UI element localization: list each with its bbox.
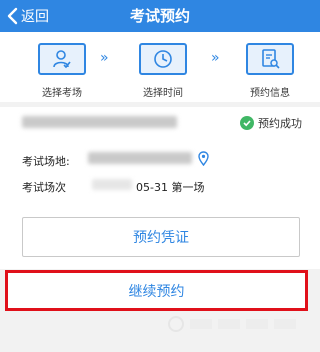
location-label: 考试场地: [22, 155, 70, 168]
user-check-icon [53, 50, 71, 69]
watermark [166, 313, 306, 335]
voucher-button[interactable]: 预约凭证 [22, 217, 300, 257]
booking-info-card: 预约成功 考试场地: 考试场次 05-31 第一场 [0, 107, 320, 207]
clock-icon [154, 50, 172, 68]
step-label-venue: 选择考场 [42, 88, 82, 99]
step-separator-1: » [100, 50, 108, 66]
step-select-venue: 选择考场 [32, 43, 92, 99]
status-text: 预约成功 [258, 117, 302, 130]
step-label-time: 选择时间 [143, 88, 183, 99]
redacted-year [92, 179, 132, 190]
step-label-info: 预约信息 [250, 88, 290, 99]
redacted-name [22, 116, 177, 128]
step-icon-box [246, 43, 294, 75]
step-icon-box [38, 43, 86, 75]
step-separator-2: » [211, 50, 219, 66]
session-label: 考试场次 [22, 181, 66, 194]
watermark-logo [168, 316, 296, 332]
location-pin-icon[interactable] [198, 151, 209, 166]
continue-booking-button[interactable]: 继续预约 [5, 270, 308, 311]
step-progress: 选择考场 » 选择时间 » 预约信息 [0, 32, 320, 102]
step-icon-box [139, 43, 187, 75]
step-booking-info: 预约信息 [240, 43, 300, 99]
voucher-section: 预约凭证 [0, 207, 320, 269]
page-title: 考试预约 [129, 7, 190, 25]
session-value: 05-31 第一场 [136, 181, 205, 194]
document-search-icon [262, 49, 280, 69]
status-badge: 预约成功 [240, 115, 302, 131]
step-select-time: 选择时间 [133, 43, 193, 99]
check-circle-icon [240, 116, 254, 130]
redacted-location [88, 152, 192, 164]
nav-bar: 返回 考试预约 [0, 0, 320, 32]
